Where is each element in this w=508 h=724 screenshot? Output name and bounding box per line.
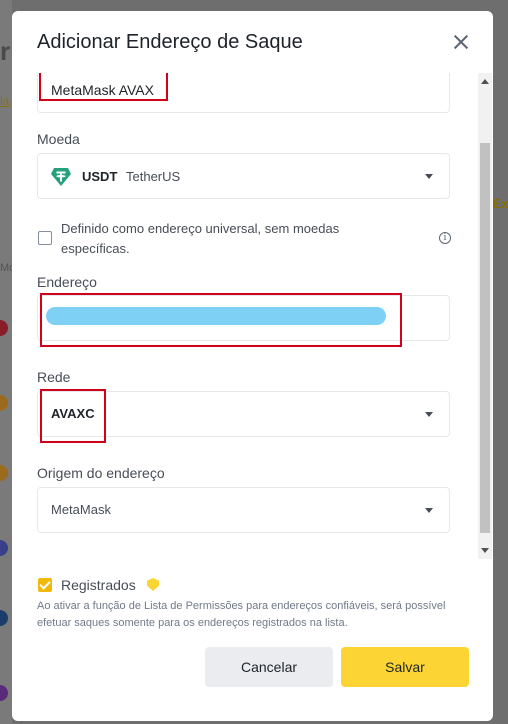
background-link: la [0,94,10,108]
background-export-link: Ex [492,196,508,211]
universal-address-checkbox[interactable] [38,231,52,245]
chevron-down-icon [425,174,433,179]
highlight-box [40,389,106,443]
origin-select[interactable]: MetaMask [37,487,450,533]
scroll-up-arrow[interactable] [481,79,489,84]
close-icon[interactable] [450,31,472,53]
shield-icon [147,578,159,591]
highlight-box [40,293,402,347]
registered-checkbox[interactable] [38,578,52,592]
tether-icon [51,168,71,191]
network-label: Rede [37,369,71,385]
coin-label: Moeda [37,131,80,147]
cancel-button[interactable]: Cancelar [205,647,333,687]
coin-symbol: USDT [82,169,118,184]
coin-name: TetherUS [126,169,181,184]
info-icon[interactable]: i [439,232,451,244]
chevron-down-icon [425,412,433,417]
registered-description: Ao ativar a função de Lista de Permissõe… [37,600,446,629]
highlight-box [39,73,168,101]
chevron-down-icon [425,508,433,513]
background-heading: r [0,36,11,66]
origin-value: MetaMask [51,502,111,517]
dialog-scroll-area[interactable]: MetaMask AVAX Moeda USDT TetherUS Defini… [12,73,493,559]
coin-select[interactable]: USDT TetherUS [37,153,450,199]
scrollbar-thumb[interactable] [480,143,490,533]
add-withdrawal-address-dialog: Adicionar Endereço de Saque MetaMask AVA… [12,11,493,721]
registered-label: Registrados [61,577,136,593]
scroll-down-arrow[interactable] [481,548,489,553]
save-button[interactable]: Salvar [341,647,469,687]
origin-label: Origem do endereço [37,465,165,481]
universal-address-text: Definido como endereço universal, sem mo… [61,221,340,256]
dialog-title: Adicionar Endereço de Saque [37,31,303,53]
scrollbar[interactable] [478,73,492,559]
address-label: Endereço [37,274,97,290]
